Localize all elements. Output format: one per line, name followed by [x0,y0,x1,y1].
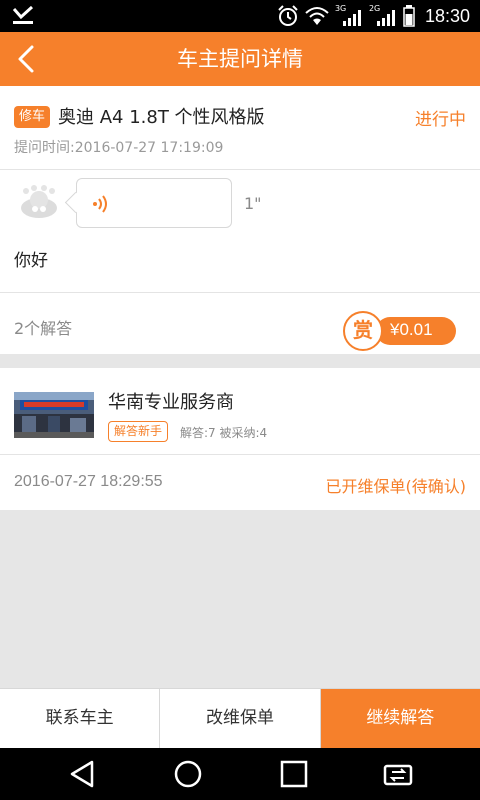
action-bar: 联系车主 改维保单 继续解答 [0,688,480,748]
modify-order-button[interactable]: 改维保单 [160,689,321,748]
signal-icon: 3G [335,4,363,26]
repair-tag: 修车 [14,106,51,128]
signal-icon: 2G [369,4,397,26]
back-icon[interactable] [66,758,98,790]
answer-time: 2016-07-27 18:29:55 [14,473,163,490]
answer-status: 已开维保单(待确认) [325,477,467,496]
system-nav-bar [0,748,480,800]
reward-badge: 赏 [343,311,383,351]
answer-stats: 解答:7 被采纳:4 [180,426,268,440]
question-time: 提问时间:2016-07-27 17:19:09 [14,140,224,156]
shop-photo [14,392,94,438]
question-footer: 2个解答 ¥0.01 赏 [0,292,480,354]
newbie-badge: 解答新手 [108,421,169,442]
home-icon[interactable] [172,758,204,790]
download-done-icon [12,6,34,24]
question-header: 修车 奥迪 A4 1.8T 个性风格版 进行中 提问时间:2016-07-27 … [0,86,480,170]
answer-card[interactable]: 华南专业服务商 解答新手 解答:7 被采纳:4 2016-07-27 18:29… [0,368,480,510]
wifi-icon [305,7,329,25]
status-time: 18:30 [424,5,470,26]
question-card: 修车 奥迪 A4 1.8T 个性风格版 进行中 提问时间:2016-07-27 … [0,86,480,354]
voice-wave-icon [93,195,107,213]
answer-count: 2个解答 [14,319,73,338]
battery-icon [403,5,415,27]
alarm-icon [278,5,298,26]
shop-name: 华南专业服务商 [108,392,234,413]
voice-message-bubble[interactable] [76,178,232,228]
question-text: 你好 [14,251,48,271]
page-title: 车主提问详情 [177,47,303,71]
reward-amount: ¥0.01 [390,320,433,339]
switch-icon[interactable] [382,758,414,790]
header-bar: 车主提问详情 [0,32,480,86]
status-bar: 3G 2G 18:30 [0,0,480,32]
continue-answer-button[interactable]: 继续解答 [320,689,480,748]
user-avatar-icon [21,185,57,218]
recent-apps-icon[interactable] [278,758,310,790]
contact-owner-button[interactable]: 联系车主 [0,689,161,748]
voice-duration: 1" [244,194,262,213]
answer-footer: 2016-07-27 18:29:55 已开维保单(待确认) [0,454,480,510]
question-status: 进行中 [415,110,466,130]
car-model: 奥迪 A4 1.8T 个性风格版 [58,107,265,128]
